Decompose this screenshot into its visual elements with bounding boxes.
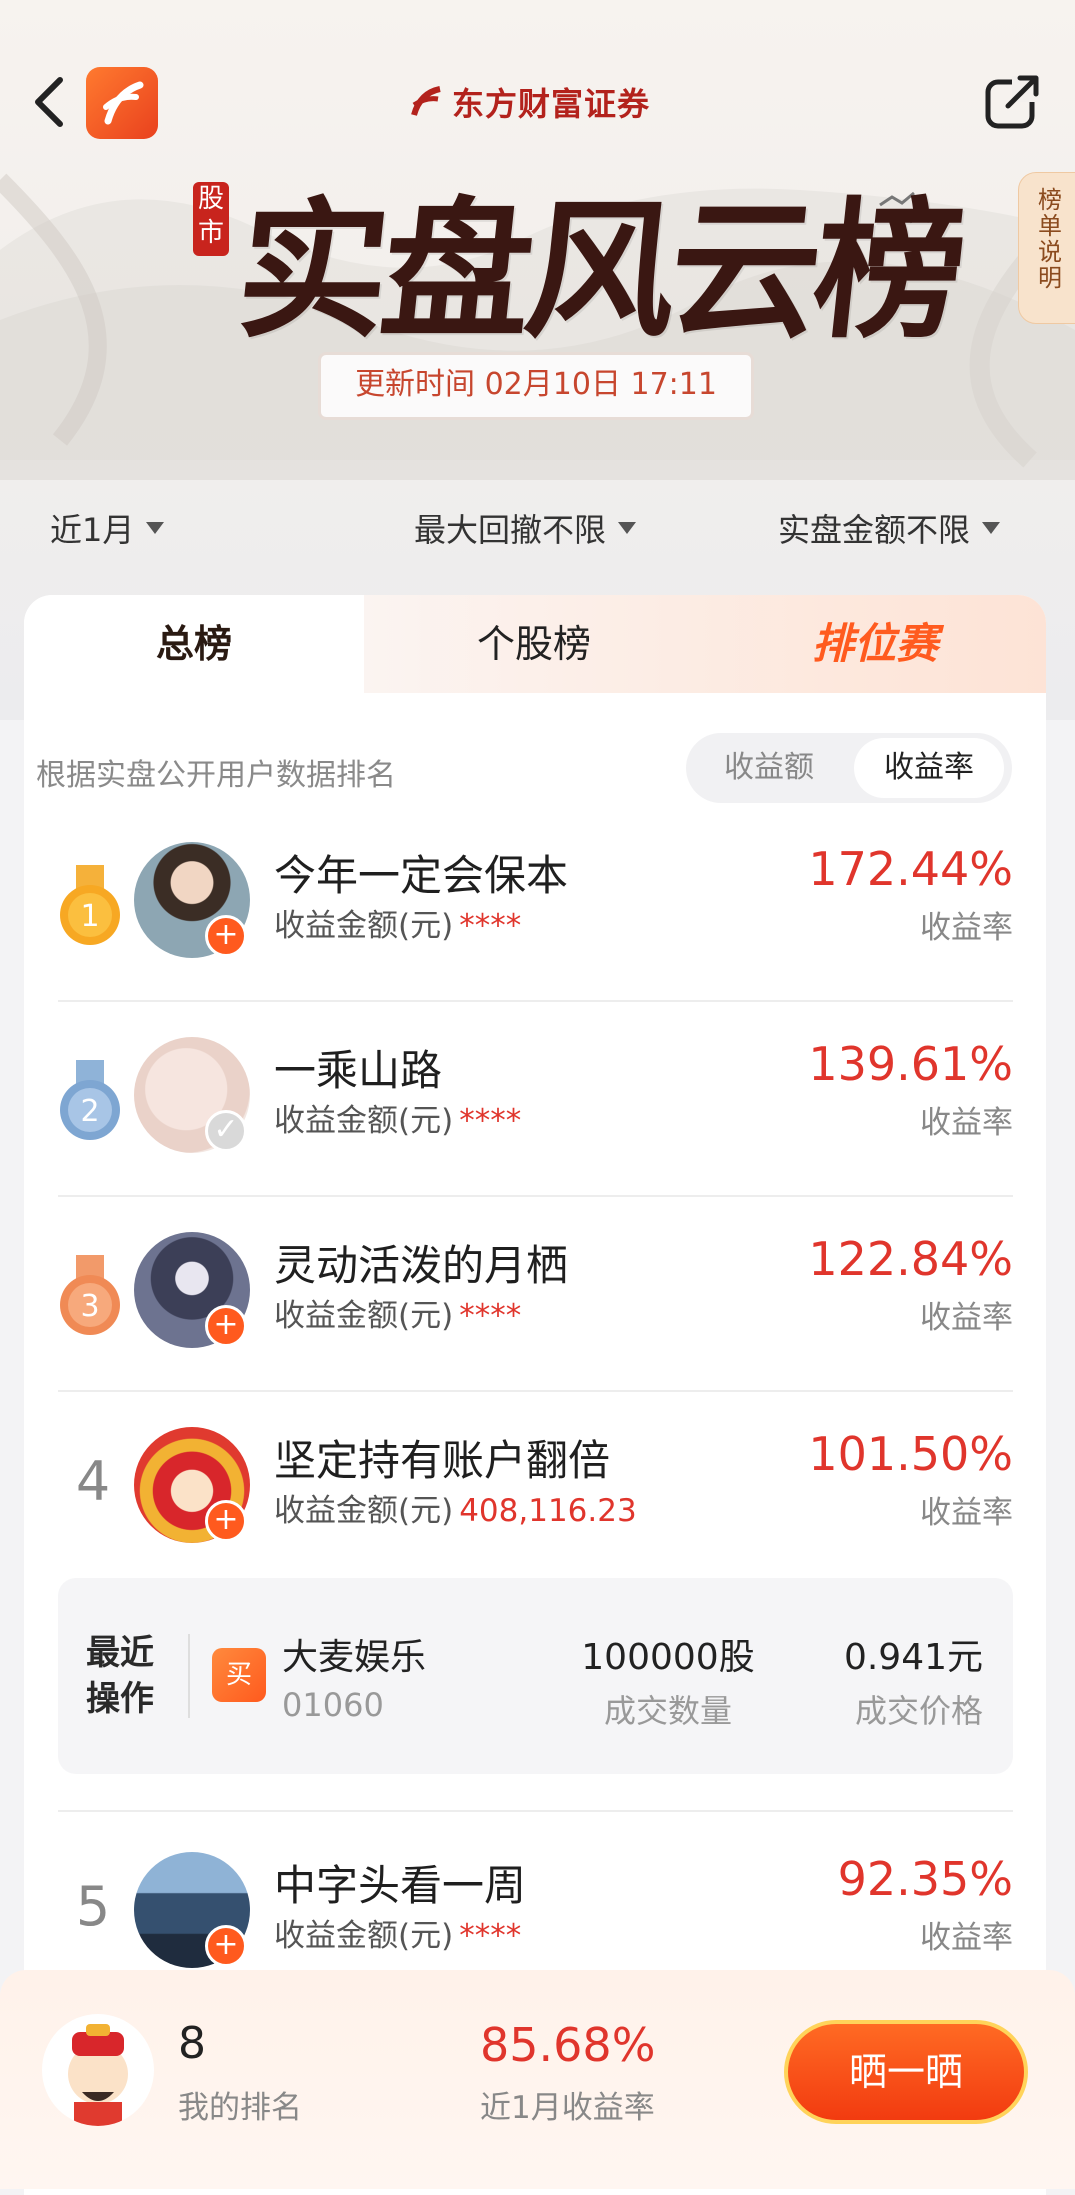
filter-period-label: 近1月: [50, 511, 135, 549]
ranking-rules-tag[interactable]: 榜单说明: [1018, 172, 1075, 324]
dropdown-caret-icon: [982, 522, 1001, 534]
filter-drawdown[interactable]: 最大回撤不限: [414, 505, 637, 551]
medal-rank: 1: [80, 899, 99, 934]
brand-header: 东方财富证券: [410, 80, 650, 124]
tab-bar: 总榜 个股榜 排位赛: [24, 595, 1046, 693]
followed-check-icon[interactable]: ✓: [205, 1110, 247, 1152]
return-rate: 92.35%: [837, 1852, 1013, 1906]
page-title: 实盘风云榜: [229, 183, 968, 359]
dropdown-caret-icon: [618, 522, 637, 534]
filter-amount-label: 实盘金额不限: [778, 511, 971, 549]
user-name: 今年一定会保本: [274, 851, 569, 900]
follow-plus-icon[interactable]: +: [205, 1500, 247, 1542]
sort-by-rate[interactable]: 收益率: [854, 738, 1004, 798]
status-bar: [0, 0, 1075, 20]
app-logo: [86, 67, 158, 139]
rank-number: 5: [75, 1875, 111, 1938]
tab-overall[interactable]: 总榜: [24, 595, 364, 693]
user-name: 灵动活泼的月栖: [274, 1241, 569, 1290]
seal-stamp: 股市: [193, 182, 229, 256]
bronze-medal-icon: 3: [60, 1255, 120, 1335]
user-name: 中字头看一周: [274, 1861, 527, 1910]
return-rate: 122.84%: [808, 1232, 1013, 1286]
return-rate: 172.44%: [808, 842, 1013, 896]
list-item[interactable]: 3 + 灵动活泼的月栖 收益金额(元) **** 122.84% 收益率: [58, 1210, 1013, 1392]
amount-label: 收益金额(元): [274, 1918, 454, 1954]
user-name: 一乘山路: [274, 1046, 443, 1095]
my-ranking-bar: 8 我的排名 85.68% 近1月收益率 晒一晒: [0, 1970, 1075, 2189]
sort-by-amount[interactable]: 收益额: [694, 738, 844, 798]
brand-logo-icon: [411, 86, 441, 116]
amount-label: 收益金额(元): [274, 1298, 454, 1334]
return-rate-label: 收益率: [920, 910, 1013, 946]
share-result-button[interactable]: 晒一晒: [784, 2020, 1028, 2124]
god-of-wealth-avatar-icon: [68, 2024, 128, 2126]
amount-value: ****: [459, 1918, 522, 1954]
amount-value: ****: [459, 1298, 522, 1334]
sort-toggle: 收益额 收益率: [686, 733, 1012, 803]
amount-line: 收益金额(元) 408,116.23: [274, 1485, 637, 1530]
update-time: 更新时间 02月10日 17:11: [318, 352, 754, 420]
my-return-rate: 85.68%: [480, 2018, 656, 2072]
silver-medal-icon: 2: [60, 1060, 120, 1140]
my-avatar[interactable]: [42, 2014, 154, 2126]
follow-plus-icon[interactable]: +: [205, 1925, 247, 1967]
divider: [58, 1810, 1013, 1812]
divider: [188, 1634, 190, 1718]
tab-stock[interactable]: 个股榜: [364, 595, 704, 693]
ranking-rules-label: 榜单说明: [1033, 187, 1062, 291]
ranking-note: 根据实盘公开用户数据排名: [36, 758, 396, 793]
filter-bar: 近1月 最大回撤不限 实盘金额不限: [0, 505, 1075, 555]
return-rate-label: 收益率: [920, 1920, 1013, 1956]
share-icon[interactable]: [982, 72, 1042, 132]
my-return-rate-label: 近1月收益率: [480, 2090, 655, 2126]
user-name: 坚定持有账户翻倍: [274, 1436, 611, 1485]
amount-line: 收益金额(元) ****: [274, 1910, 521, 1955]
follow-plus-icon[interactable]: +: [205, 1305, 247, 1347]
buy-badge: 买: [212, 1648, 266, 1702]
back-arrow-icon[interactable]: [30, 72, 70, 132]
brand-name: 东方财富证券: [452, 85, 651, 123]
list-item[interactable]: 1 + 今年一定会保本 收益金额(元) **** 172.44% 收益率: [58, 820, 1013, 1002]
stock-name: 大麦娱乐: [282, 1637, 427, 1678]
amount-value: ****: [459, 908, 522, 944]
follow-plus-icon[interactable]: +: [205, 915, 247, 957]
amount-line: 收益金额(元) ****: [274, 1095, 521, 1140]
filter-drawdown-label: 最大回撤不限: [414, 511, 607, 549]
rank-number: 4: [75, 1450, 111, 1513]
medal-rank: 2: [80, 1094, 99, 1129]
app-logo-icon: [103, 81, 144, 125]
list-item[interactable]: 2 ✓ 一乘山路 收益金额(元) **** 139.61% 收益率: [58, 1015, 1013, 1197]
amount-label: 收益金额(元): [274, 1103, 454, 1139]
amount-value: 408,116.23: [459, 1493, 637, 1529]
amount-value: ****: [459, 1103, 522, 1139]
medal-rank: 3: [80, 1289, 99, 1324]
trade-quantity: 100000股: [581, 1637, 755, 1678]
dropdown-caret-icon: [146, 522, 165, 534]
gold-medal-icon: 1: [60, 865, 120, 945]
stock-code: 01060: [282, 1686, 384, 1724]
return-rate-label: 收益率: [920, 1300, 1013, 1336]
list-item[interactable]: 4 + 坚定持有账户翻倍 收益金额(元) 408,116.23 101.50% 收…: [58, 1405, 1013, 1585]
trade-price-label: 成交价格: [854, 1692, 983, 1730]
trade-price: 0.941元: [843, 1637, 983, 1678]
my-rank-label: 我的排名: [178, 2090, 302, 2126]
tab-ranking-match[interactable]: 排位赛: [704, 595, 1046, 693]
recent-operation-title: 最近操作: [86, 1633, 154, 1719]
amount-line: 收益金额(元) ****: [274, 900, 521, 945]
filter-period[interactable]: 近1月: [50, 505, 165, 551]
return-rate-label: 收益率: [920, 1105, 1013, 1141]
filter-amount[interactable]: 实盘金额不限: [778, 505, 1001, 551]
amount-line: 收益金额(元) ****: [274, 1290, 521, 1335]
return-rate: 101.50%: [808, 1427, 1013, 1481]
recent-operation[interactable]: 最近操作 买 大麦娱乐 01060 100000股 成交数量 0.941元 成交…: [58, 1578, 1013, 1774]
amount-label: 收益金额(元): [274, 908, 454, 944]
trade-quantity-label: 成交数量: [603, 1692, 732, 1730]
return-rate: 139.61%: [808, 1037, 1013, 1091]
amount-label: 收益金额(元): [274, 1493, 454, 1529]
return-rate-label: 收益率: [920, 1495, 1013, 1531]
my-rank: 8: [178, 2018, 206, 2069]
